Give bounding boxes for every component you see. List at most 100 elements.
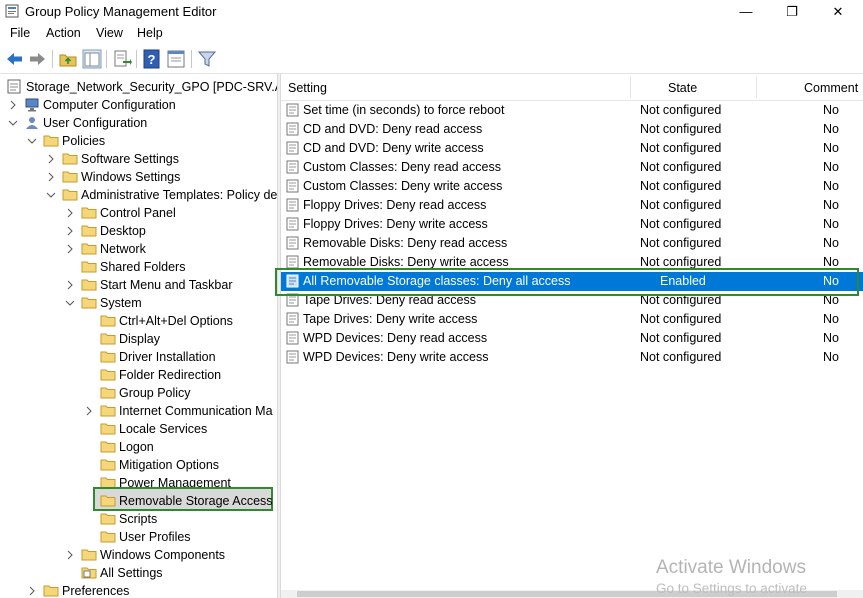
tree-label: Locale Services <box>119 422 208 436</box>
all-settings-icon <box>81 567 97 579</box>
tree-label: Shared Folders <box>100 260 186 274</box>
gpo-scroll-icon <box>7 79 21 94</box>
chevron-right-icon[interactable] <box>65 244 75 254</box>
folder-icon <box>100 387 116 399</box>
filter-icon[interactable] <box>196 48 218 70</box>
table-row[interactable]: Tape Drives: Deny write access Not confi… <box>281 310 863 329</box>
chevron-down-icon[interactable] <box>8 118 18 128</box>
row-comment: No <box>823 179 839 193</box>
chevron-right-icon[interactable] <box>65 208 75 218</box>
menu-bar: File Action View Help <box>0 23 863 44</box>
row-setting: Floppy Drives: Deny write access <box>303 217 488 231</box>
tree-label: Scripts <box>119 512 158 526</box>
row-state: Not configured <box>640 331 722 345</box>
table-row[interactable]: CD and DVD: Deny read access Not configu… <box>281 120 863 139</box>
tree-label: System <box>100 296 142 310</box>
menu-view[interactable]: View <box>96 26 123 40</box>
table-row[interactable]: Floppy Drives: Deny write access Not con… <box>281 215 863 234</box>
chevron-right-icon[interactable] <box>65 226 75 236</box>
row-state: Not configured <box>640 312 722 326</box>
help-icon[interactable]: ? <box>141 48 163 70</box>
window-title: Group Policy Management Editor <box>25 4 217 19</box>
row-state: Not configured <box>640 103 722 117</box>
row-setting: Custom Classes: Deny write access <box>303 179 503 193</box>
toolbar-separator <box>136 50 137 68</box>
folder-icon <box>62 189 78 201</box>
tree-label: Driver Installation <box>119 350 216 364</box>
row-comment: No <box>823 198 839 212</box>
up-folder-icon[interactable] <box>57 48 79 70</box>
chevron-down-icon[interactable] <box>27 136 37 146</box>
folder-icon <box>81 207 97 219</box>
settings-list-pane: Setting State Comment Set time (in secon… <box>281 74 863 598</box>
column-header-comment[interactable]: Comment <box>804 81 858 95</box>
policy-setting-icon <box>286 255 299 269</box>
gpo-app-icon <box>5 4 19 18</box>
table-row[interactable]: CD and DVD: Deny write access Not config… <box>281 139 863 158</box>
row-state: Not configured <box>640 160 722 174</box>
tree-label: Software Settings <box>81 152 179 166</box>
tree-pane: Storage_Network_Security_GPO [PDC-SRV.AA… <box>0 74 277 598</box>
row-comment: No <box>823 103 839 117</box>
table-row[interactable]: Removable Disks: Deny read access Not co… <box>281 234 863 253</box>
column-header-setting[interactable]: Setting <box>288 81 327 95</box>
table-row[interactable]: WPD Devices: Deny read access Not config… <box>281 329 863 348</box>
folder-icon <box>100 315 116 327</box>
menu-action[interactable]: Action <box>46 26 81 40</box>
policy-setting-icon <box>286 103 299 117</box>
folder-icon <box>100 513 116 525</box>
chevron-right-icon[interactable] <box>65 280 75 290</box>
table-row[interactable]: Set time (in seconds) to force reboot No… <box>281 101 863 120</box>
row-state: Not configured <box>640 255 722 269</box>
show-hide-tree-icon[interactable] <box>81 48 103 70</box>
chevron-right-icon[interactable] <box>46 172 56 182</box>
tree-label: Windows Settings <box>81 170 181 184</box>
row-state: Not configured <box>640 350 722 364</box>
activate-windows-subtext: Go to Settings to activate <box>656 581 807 596</box>
maximize-button[interactable]: ❐ <box>769 0 815 23</box>
policy-setting-icon <box>286 160 299 174</box>
row-state: Not configured <box>640 198 722 212</box>
user-icon <box>26 117 38 129</box>
chevron-right-icon[interactable] <box>84 406 94 416</box>
folder-icon <box>81 243 97 255</box>
table-row[interactable]: Custom Classes: Deny write access Not co… <box>281 177 863 196</box>
table-row[interactable]: WPD Devices: Deny write access Not confi… <box>281 348 863 367</box>
toolbar-separator <box>106 50 107 68</box>
menu-help[interactable]: Help <box>137 26 163 40</box>
menu-file[interactable]: File <box>10 26 30 40</box>
chevron-down-icon[interactable] <box>46 190 56 200</box>
folder-icon <box>100 531 116 543</box>
tree-label: Removable Storage Access <box>119 494 273 508</box>
column-header-state[interactable]: State <box>668 81 697 95</box>
tree-label: All Settings <box>100 566 163 580</box>
chevron-right-icon[interactable] <box>8 100 18 110</box>
tree-label: Mitigation Options <box>119 458 220 472</box>
table-row[interactable]: Custom Classes: Deny read access Not con… <box>281 158 863 177</box>
title-bar: Group Policy Management Editor — ❐ ✕ <box>0 0 863 23</box>
chevron-right-icon[interactable] <box>27 586 37 596</box>
row-setting: Floppy Drives: Deny read access <box>303 198 487 212</box>
table-row[interactable]: Floppy Drives: Deny read access Not conf… <box>281 196 863 215</box>
row-setting: WPD Devices: Deny read access <box>303 331 488 345</box>
column-divider[interactable] <box>630 76 631 98</box>
row-state: Not configured <box>640 236 722 250</box>
row-setting: CD and DVD: Deny read access <box>303 122 483 136</box>
chevron-right-icon[interactable] <box>65 550 75 560</box>
tree-label: Ctrl+Alt+Del Options <box>119 314 233 328</box>
row-setting: Custom Classes: Deny read access <box>303 160 501 174</box>
column-divider[interactable] <box>756 76 757 98</box>
folder-icon <box>100 369 116 381</box>
back-arrow-icon[interactable] <box>4 48 26 70</box>
minimize-button[interactable]: — <box>723 0 769 23</box>
properties-icon[interactable] <box>165 48 187 70</box>
chevron-right-icon[interactable] <box>46 154 56 164</box>
row-setting: Removable Disks: Deny write access <box>303 255 509 269</box>
policy-setting-icon <box>286 217 299 231</box>
chevron-down-icon[interactable] <box>65 298 75 308</box>
row-state: Not configured <box>640 141 722 155</box>
close-button[interactable]: ✕ <box>815 0 861 23</box>
forward-arrow-icon[interactable] <box>26 48 48 70</box>
export-list-icon[interactable] <box>111 48 133 70</box>
row-setting: Set time (in seconds) to force reboot <box>303 103 505 117</box>
